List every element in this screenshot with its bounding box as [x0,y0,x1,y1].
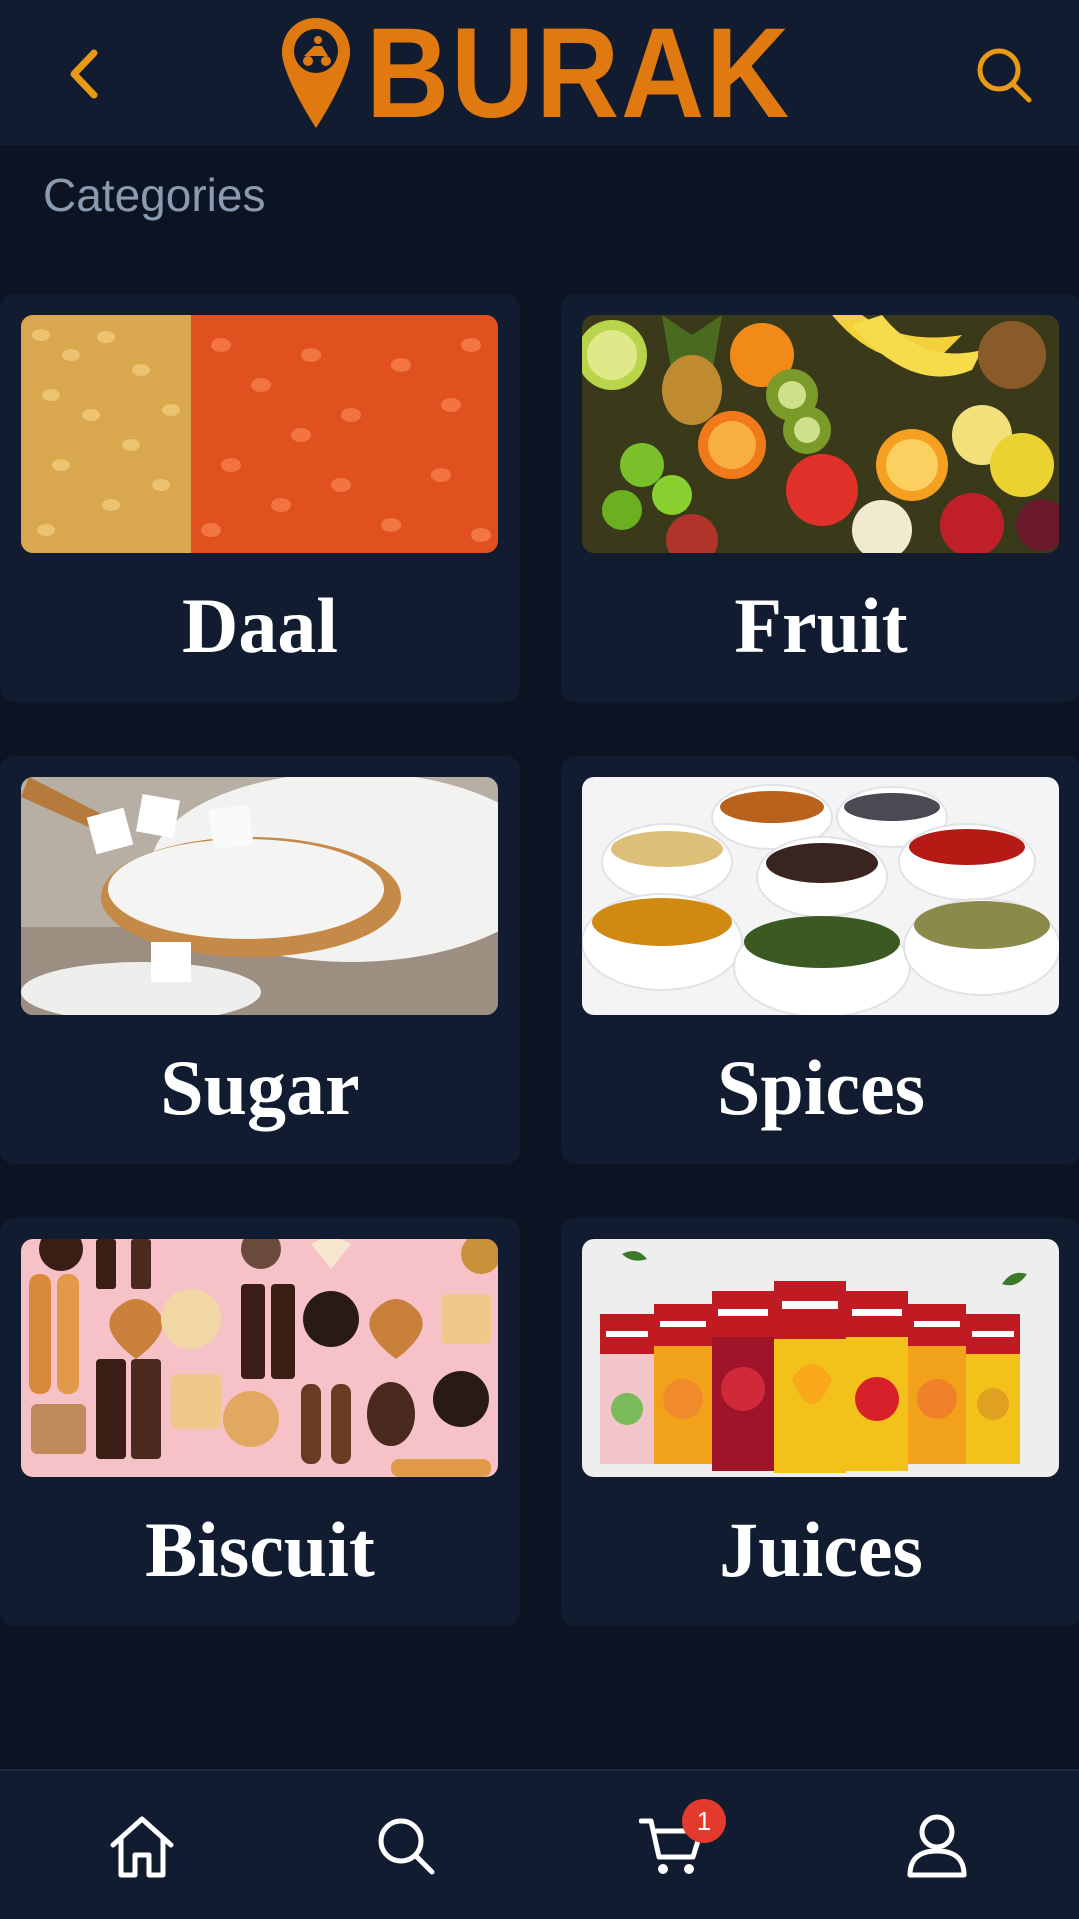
nav-cart-button[interactable]: 1 [627,1799,726,1891]
nav-profile-button[interactable] [892,1801,982,1891]
daal-image [21,315,498,553]
sugar-image [21,777,498,1015]
category-label: Daal [182,582,338,669]
category-label: Spices [716,1044,926,1131]
user-icon [907,1814,967,1878]
category-card-biscuit[interactable]: Biscuit [0,1218,520,1626]
juices-image [582,1239,1059,1477]
search-icon [378,1818,435,1875]
category-card-sugar[interactable]: Sugar [0,756,520,1164]
cart-count-badge: 1 [682,1799,726,1843]
category-card-daal[interactable]: Daal [0,294,520,702]
brand-logo: BURAK [280,2,805,145]
location-pin-logo-icon [282,18,350,128]
fruit-image [582,315,1059,553]
back-button[interactable] [54,44,114,104]
category-card-spices[interactable]: Spices [561,756,1079,1164]
bottom-navigation-bar: 1 [0,1769,1079,1919]
header-search-button[interactable] [969,40,1039,110]
category-label: Fruit [734,582,908,669]
section-title: Categories [43,169,266,221]
category-card-fruit[interactable]: Fruit [561,294,1079,702]
search-icon [977,48,1032,103]
category-card-juices[interactable]: Juices [561,1218,1079,1626]
biscuit-image [21,1239,498,1477]
spices-image [582,777,1059,1015]
category-label: Juices [719,1506,923,1593]
nav-home-button[interactable] [97,1801,187,1891]
brand-logo-text: BURAK [366,2,791,145]
category-label: Sugar [160,1044,360,1131]
top-app-bar: BURAK [0,0,1079,147]
chevron-left-icon [70,49,98,99]
category-label: Biscuit [145,1506,375,1593]
nav-search-button[interactable] [361,1801,451,1891]
home-icon [110,1816,174,1878]
